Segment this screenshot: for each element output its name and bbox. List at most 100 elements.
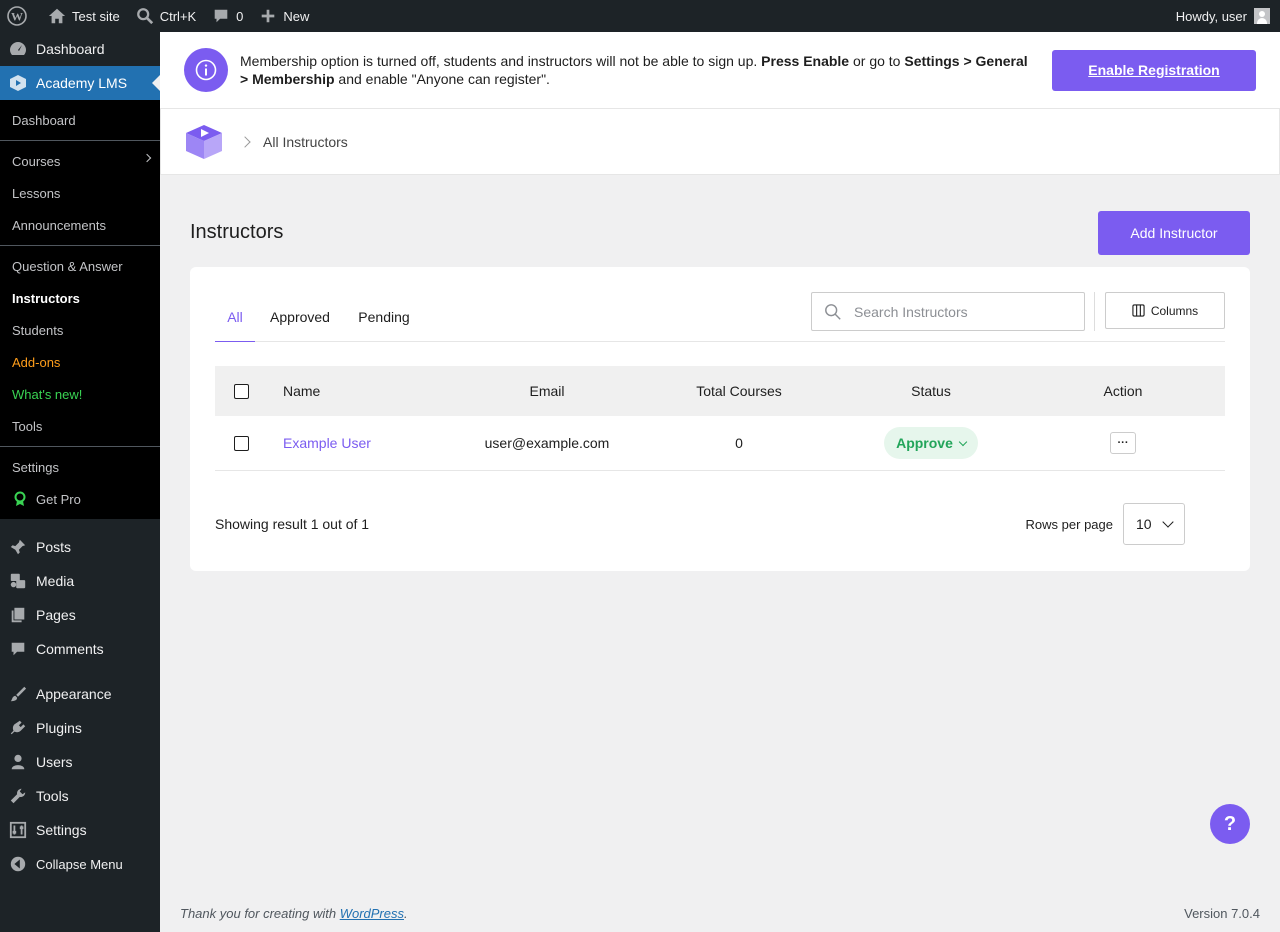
svg-text:W: W <box>11 10 23 24</box>
chevron-down-icon <box>1161 516 1174 528</box>
tab-pending[interactable]: Pending <box>357 292 411 342</box>
sidebar-item-label: Academy LMS <box>36 75 128 91</box>
footer-thanks: Thank you for creating with WordPress. <box>180 906 408 921</box>
instructors-table: Name Email Total Courses Status Action E… <box>215 366 1225 471</box>
site-name-link[interactable]: Test site <box>40 0 128 32</box>
submenu-label: Students <box>12 322 64 338</box>
sidebar-item-label: Posts <box>36 539 72 555</box>
submenu-whats-new[interactable]: What's new! <box>0 378 160 410</box>
instructor-total-courses: 0 <box>735 435 743 451</box>
submenu-dashboard[interactable]: Dashboard <box>0 104 160 136</box>
academy-submenu: Dashboard Courses Lessons Announcements … <box>0 100 160 519</box>
chevron-down-icon <box>958 437 968 446</box>
breadcrumb-current: All Instructors <box>263 133 348 150</box>
breadcrumb: All Instructors <box>160 109 1280 175</box>
submenu-label: Settings <box>12 459 59 475</box>
collapse-icon <box>8 854 28 874</box>
wordpress-logo-icon[interactable]: W <box>0 0 40 32</box>
sidebar-item-posts[interactable]: Posts <box>0 530 160 564</box>
column-header-courses: Total Courses <box>696 383 782 399</box>
sidebar-item-label: Tools <box>36 788 69 804</box>
tab-approved[interactable]: Approved <box>267 292 333 342</box>
tab-all[interactable]: All <box>215 292 255 342</box>
sidebar-item-tools[interactable]: Tools <box>0 779 160 813</box>
sidebar-item-users[interactable]: Users <box>0 745 160 779</box>
submenu-label: Question & Answer <box>12 258 123 274</box>
enable-registration-button[interactable]: Enable Registration <box>1052 49 1256 91</box>
sidebar-item-label: Pages <box>36 607 76 623</box>
new-content-link[interactable]: New <box>251 0 317 32</box>
avatar[interactable] <box>1254 8 1270 24</box>
version-text: Version 7.0.4 <box>1184 905 1260 921</box>
submenu-label: Get Pro <box>36 491 81 507</box>
search-shortcut-label: Ctrl+K <box>159 8 197 24</box>
main-content: Instructors Add Instructor All Approved … <box>160 175 1280 571</box>
howdy-greeting[interactable]: Howdy, user <box>1176 9 1247 24</box>
sidebar-item-settings[interactable]: Settings <box>0 813 160 847</box>
rows-per-page-value: 10 <box>1136 516 1152 532</box>
sidebar-item-appearance[interactable]: Appearance <box>0 677 160 711</box>
submenu-lessons[interactable]: Lessons <box>0 177 160 209</box>
row-actions-button[interactable]: ··· <box>1110 432 1136 454</box>
columns-label: Columns <box>1150 303 1199 318</box>
wordpress-link[interactable]: WordPress <box>340 906 404 921</box>
submenu-add-ons[interactable]: Add-ons <box>0 346 160 378</box>
plus-icon <box>262 9 275 23</box>
add-instructor-button[interactable]: Add Instructor <box>1098 211 1250 255</box>
pin-icon <box>8 537 28 557</box>
comments-icon <box>8 639 28 659</box>
submenu-settings[interactable]: Settings <box>0 451 160 483</box>
notice-text: and enable "Anyone can register". <box>334 71 550 87</box>
search-icon <box>825 303 841 320</box>
submenu-question-answer[interactable]: Question & Answer <box>0 250 160 282</box>
rows-per-page-select[interactable]: 10 <box>1123 503 1185 545</box>
submenu-announcements[interactable]: Announcements <box>0 209 160 241</box>
info-icon <box>184 48 228 92</box>
submenu-tools[interactable]: Tools <box>0 410 160 442</box>
status-label: Approve <box>896 435 953 451</box>
page-title: Instructors <box>190 220 284 243</box>
submenu-courses[interactable]: Courses <box>0 145 160 177</box>
collapse-menu-button[interactable]: Collapse Menu <box>0 847 160 881</box>
row-checkbox[interactable] <box>233 435 249 451</box>
instructor-name-link[interactable]: Example User <box>283 435 371 451</box>
pagination: Showing result 1 out of 1 Rows per page … <box>215 503 1225 545</box>
chevron-right-icon <box>142 153 152 163</box>
chevron-right-icon <box>239 135 251 148</box>
media-icon <box>8 571 28 591</box>
submenu-label: Announcements <box>12 217 106 233</box>
results-summary: Showing result 1 out of 1 <box>215 516 370 532</box>
search-icon <box>136 8 153 25</box>
submenu-label: Dashboard <box>12 112 76 128</box>
notice-emphasis: Press Enable <box>761 53 850 69</box>
sidebar-item-media[interactable]: Media <box>0 564 160 598</box>
sidebar-item-academy-lms[interactable]: Academy LMS <box>0 66 160 100</box>
plugin-icon <box>8 718 28 738</box>
sidebar-item-plugins[interactable]: Plugins <box>0 711 160 745</box>
notice-text: or go to <box>849 53 905 69</box>
sidebar-item-label: Settings <box>36 822 87 838</box>
admin-sidebar: Dashboard Academy LMS Dashboard Courses … <box>0 32 160 932</box>
columns-icon <box>1132 304 1145 317</box>
status-dropdown[interactable]: Approve <box>884 427 978 459</box>
pages-icon <box>8 605 28 625</box>
academy-logo-icon[interactable] <box>185 124 223 160</box>
submenu-students[interactable]: Students <box>0 314 160 346</box>
search-shortcut[interactable]: Ctrl+K <box>128 0 204 32</box>
sidebar-item-label: Comments <box>36 641 104 657</box>
submenu-get-pro[interactable]: Get Pro <box>0 483 160 515</box>
comments-link[interactable]: 0 <box>204 0 251 32</box>
columns-button[interactable]: Columns <box>1105 292 1225 329</box>
notice-message: Membership option is turned off, student… <box>240 52 1030 88</box>
membership-notice: Membership option is turned off, student… <box>160 32 1280 109</box>
divider <box>1094 292 1095 331</box>
sidebar-item-pages[interactable]: Pages <box>0 598 160 632</box>
help-button[interactable]: ? <box>1210 804 1250 844</box>
submenu-instructors[interactable]: Instructors <box>0 282 160 314</box>
sidebar-item-dashboard[interactable]: Dashboard <box>0 32 160 66</box>
search-input[interactable] <box>854 303 1074 320</box>
select-all-checkbox[interactable] <box>233 383 249 399</box>
sidebar-item-comments[interactable]: Comments <box>0 632 160 666</box>
paintbrush-icon <box>8 684 28 704</box>
submenu-label: What's new! <box>12 386 83 402</box>
